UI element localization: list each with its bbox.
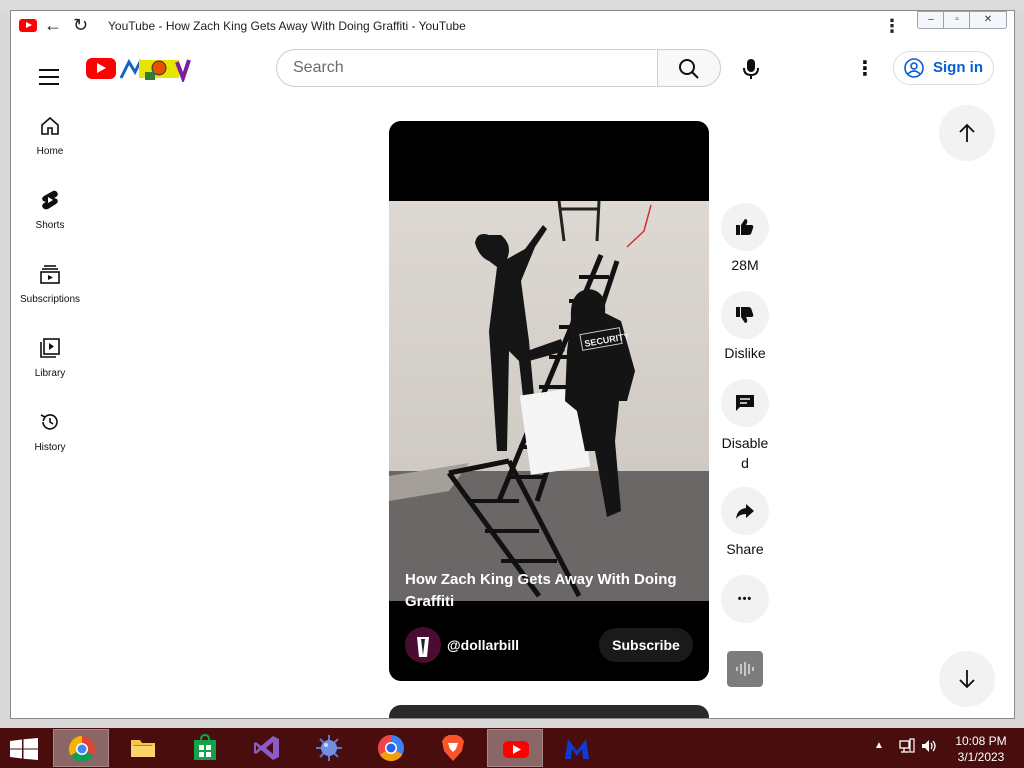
malwarebytes-icon	[565, 739, 589, 759]
microphone-icon	[743, 59, 759, 79]
arrow-up-icon	[959, 123, 975, 142]
browser-icon	[377, 734, 404, 762]
taskbar-store[interactable]	[177, 729, 233, 767]
maximize-button[interactable]: ▫	[943, 11, 971, 29]
folder-icon	[131, 740, 155, 757]
guide-menu-button[interactable]	[39, 69, 59, 90]
taskbar-file-explorer[interactable]	[115, 729, 171, 767]
dislike-button[interactable]	[721, 291, 769, 339]
sidebar-item-label: Library	[34, 368, 66, 379]
subscribe-button[interactable]: Subscribe	[599, 628, 693, 662]
desktop-background	[0, 0, 1024, 10]
close-button[interactable]: ✕	[969, 11, 1007, 29]
sidebar-item-label: Subscriptions	[19, 294, 81, 305]
search-input[interactable]	[276, 49, 656, 87]
taskbar-chromium[interactable]	[363, 729, 419, 767]
share-icon	[736, 504, 754, 519]
taskbar-visual-studio[interactable]	[239, 729, 295, 767]
comments-button[interactable]	[721, 379, 769, 427]
subscriptions-icon	[40, 265, 60, 284]
hamburger-icon	[39, 69, 59, 71]
search-button[interactable]	[657, 49, 721, 87]
network-icon[interactable]	[899, 738, 915, 754]
tray-overflow-button[interactable]: ▲	[874, 740, 884, 751]
hamburger-icon	[39, 76, 59, 78]
store-icon	[194, 734, 216, 760]
sidebar-item-shorts[interactable]: Shorts	[11, 175, 89, 249]
next-short-preview[interactable]	[389, 705, 709, 718]
settings-menu-button[interactable]: ⋮	[847, 49, 883, 89]
youtube-logo-icon[interactable]	[86, 58, 116, 79]
account-icon	[904, 58, 924, 78]
taskbar: ▲ 10:08 PM 3/1/2023	[0, 728, 1024, 768]
virus-icon	[316, 735, 342, 761]
clock-date: 3/1/2023	[957, 750, 1005, 764]
sign-in-label: Sign in	[933, 59, 983, 76]
sidebar-item-history[interactable]: History	[11, 397, 89, 471]
volume-icon[interactable]	[921, 738, 939, 754]
youtube-favicon-icon	[19, 19, 37, 32]
browser-window: ← ↻ YouTube - How Zach King Gets Away Wi…	[10, 10, 1015, 719]
comment-icon	[736, 395, 754, 411]
audio-wave-icon	[736, 662, 754, 676]
browser-menu-button[interactable]: ⋮	[883, 16, 901, 36]
library-icon	[40, 338, 60, 358]
search-icon	[679, 59, 699, 79]
chrome-icon	[68, 735, 95, 763]
taskbar-brave[interactable]	[425, 729, 481, 767]
more-actions-button[interactable]: •••	[721, 575, 769, 623]
avatar	[405, 627, 441, 663]
reload-button[interactable]: ↻	[73, 15, 88, 35]
sidebar-item-label: Home	[36, 146, 64, 157]
shorts-icon	[42, 190, 58, 210]
arrow-down-icon	[959, 670, 975, 689]
taskbar-youtube[interactable]	[487, 729, 543, 767]
masthead: ⋮ Sign in	[11, 41, 1014, 101]
youtube-doodle-icon[interactable]	[119, 56, 191, 82]
title-bar: ← ↻ YouTube - How Zach King Gets Away Wi…	[11, 11, 1014, 41]
like-count: 28M	[731, 257, 759, 273]
sidebar-item-label: History	[34, 442, 66, 453]
sidebar-item-library[interactable]: Library	[11, 323, 89, 397]
taskbar-malware-tool[interactable]	[301, 729, 357, 767]
visual-studio-icon	[254, 736, 279, 760]
windows-start-icon[interactable]	[10, 738, 38, 760]
window-title: YouTube - How Zach King Gets Away With D…	[108, 19, 466, 33]
sidebar-item-home[interactable]: Home	[11, 101, 89, 175]
sidebar-item-subscriptions[interactable]: Subscriptions	[11, 249, 89, 323]
hamburger-icon	[39, 83, 59, 85]
next-short-button[interactable]	[939, 651, 995, 707]
clock-time: 10:08 PM	[955, 734, 1007, 748]
shorts-video-player[interactable]: SECURITY How Zach King Gets Away With Do…	[389, 121, 709, 681]
sound-button[interactable]	[727, 651, 763, 687]
clock[interactable]: 10:08 PM 3/1/2023	[948, 733, 1014, 765]
brave-lion-icon	[442, 735, 464, 761]
home-icon	[41, 116, 59, 135]
voice-search-button[interactable]	[731, 49, 771, 89]
taskbar-malwarebytes[interactable]	[549, 729, 605, 767]
sign-in-button[interactable]: Sign in	[893, 51, 994, 85]
comments-label: Disable d	[721, 435, 769, 471]
thumbs-up-icon	[736, 219, 754, 235]
sidebar-item-label: Shorts	[35, 220, 65, 231]
back-button[interactable]: ←	[44, 15, 62, 35]
youtube-icon	[503, 741, 529, 758]
video-frame: SECURITY	[389, 201, 709, 601]
history-icon	[40, 414, 58, 430]
channel-name[interactable]: @dollarbill	[447, 637, 519, 653]
thumbs-down-icon	[736, 307, 754, 323]
channel-avatar[interactable]	[405, 627, 441, 663]
dislike-label: Dislike	[724, 345, 766, 361]
share-button[interactable]	[721, 487, 769, 535]
taskbar-chrome[interactable]	[53, 729, 109, 767]
minimize-button[interactable]: ‒	[917, 11, 945, 29]
like-button[interactable]	[721, 203, 769, 251]
short-title: How Zach King Gets Away With Doing Graff…	[405, 571, 677, 610]
share-label: Share	[726, 541, 764, 557]
previous-short-button[interactable]	[939, 105, 995, 161]
